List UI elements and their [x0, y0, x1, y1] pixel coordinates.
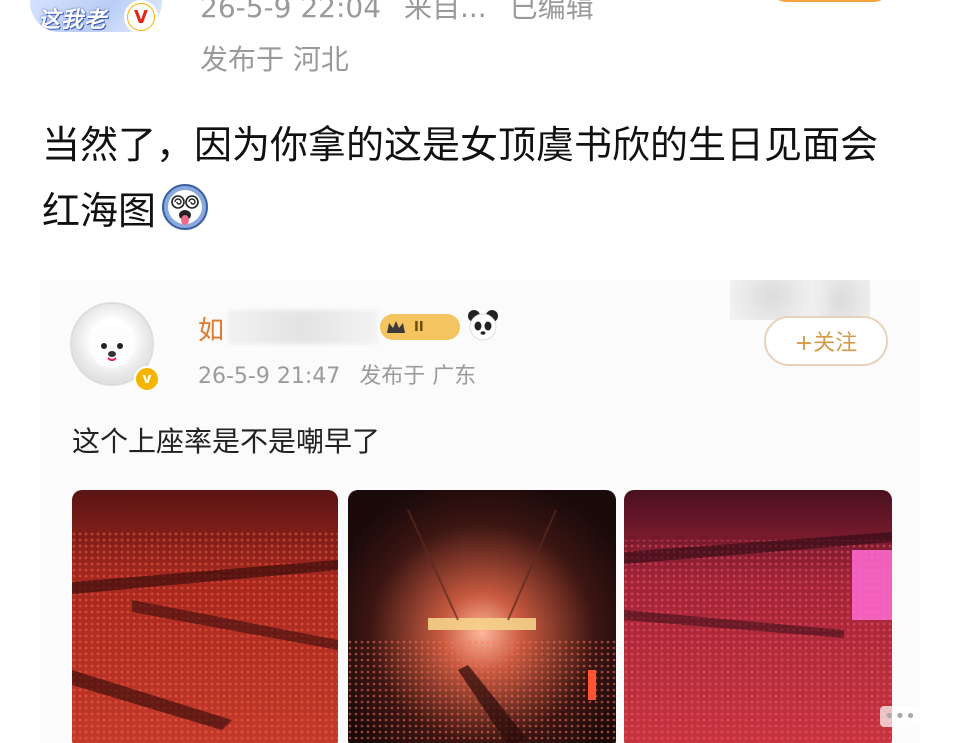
- decorative-pattern: [730, 280, 870, 320]
- verified-mark: V: [128, 4, 154, 30]
- post-body: 当然了，因为你拿的这是女顶虞书欣的生日见面会红海图: [42, 112, 902, 244]
- post-date: 26-5-9 22:04: [200, 0, 382, 24]
- post-source: 来自...: [403, 0, 487, 24]
- arena-photo-3[interactable]: [624, 490, 892, 743]
- avatar-brand-text: 这我老: [38, 7, 108, 32]
- post-meta: 26-5-9 22:04 来自... 已编辑: [200, 0, 608, 26]
- embedded-post-text: 这个上座率是不是嘲早了: [72, 425, 381, 458]
- post-edited: 已编辑: [509, 0, 594, 24]
- embedded-location: 发布于 广东: [359, 364, 477, 389]
- embedded-post-meta: 26-5-9 21:47 发布于 广东: [198, 358, 488, 390]
- embedded-date: 26-5-9 21:47: [198, 364, 341, 389]
- embedded-post-screenshot[interactable]: v 如 II 26-5-9 21:47 发布于 广东 +关注 这个上座率是不是嘲…: [40, 280, 920, 743]
- crown-level-badge-icon: II: [380, 314, 460, 340]
- embedded-username[interactable]: 如: [198, 310, 224, 347]
- dizzy-face-emoji-icon: [160, 182, 210, 232]
- arena-photo-1[interactable]: [72, 490, 338, 743]
- follow-button[interactable]: [770, 0, 890, 2]
- crown-icon: [387, 321, 405, 333]
- username-blur: [228, 310, 378, 344]
- arena-photo-2[interactable]: [348, 490, 616, 743]
- more-options-icon[interactable]: •••: [880, 706, 920, 727]
- panda-icon: [468, 310, 498, 341]
- embedded-verified-icon: v: [134, 366, 160, 392]
- embedded-follow-button[interactable]: +关注: [764, 316, 888, 366]
- post-location: 发布于 河北: [200, 43, 349, 76]
- verified-badge-icon: V: [124, 0, 158, 34]
- level-badge-text: II: [414, 319, 424, 335]
